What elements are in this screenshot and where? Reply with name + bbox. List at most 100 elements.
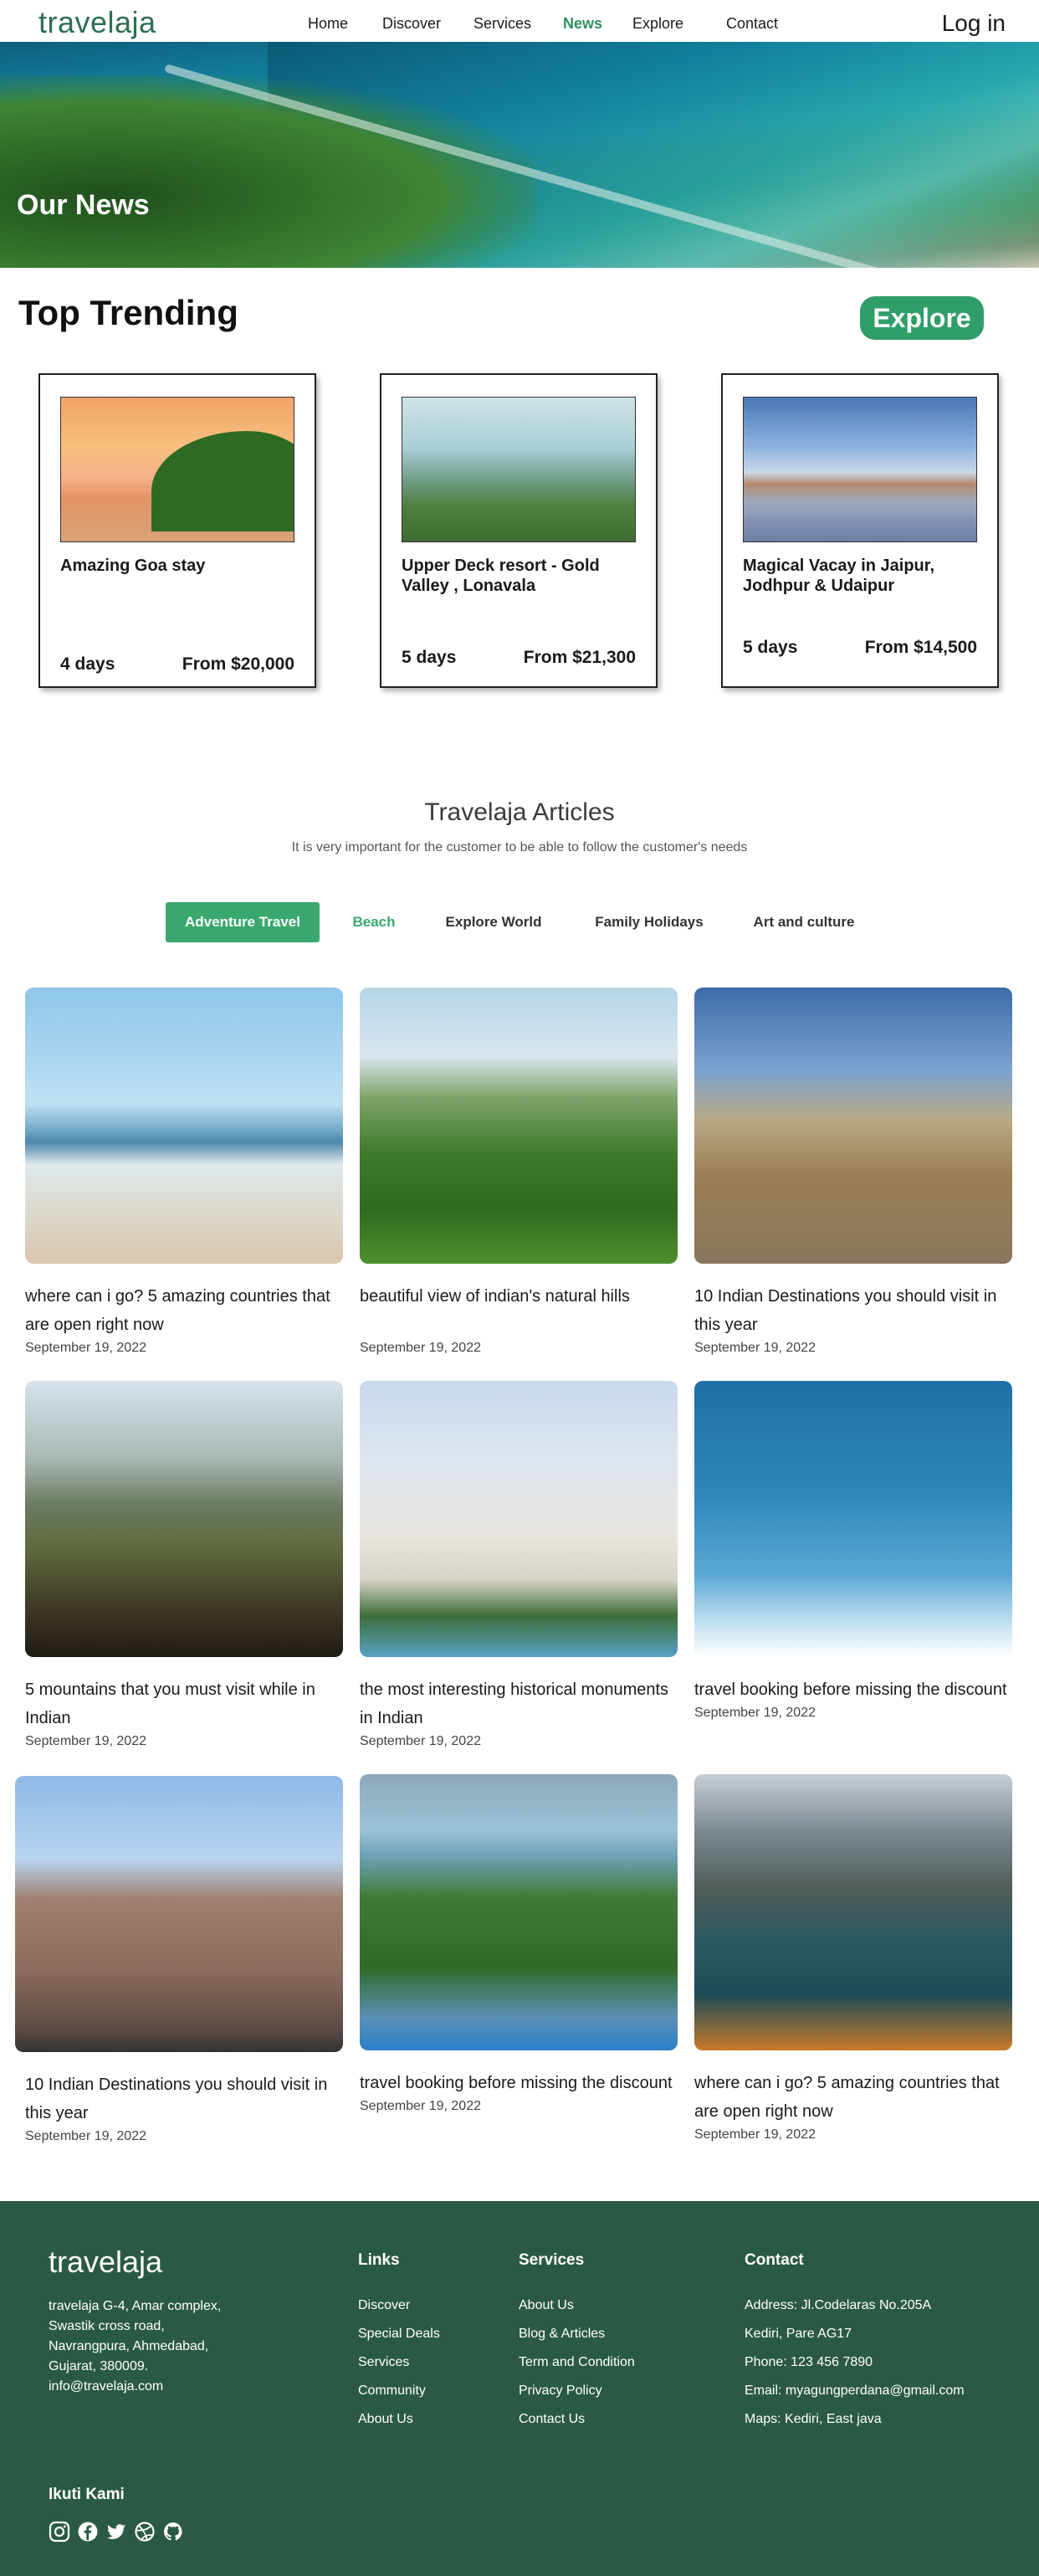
facebook-icon[interactable] (77, 2521, 99, 2543)
nav-link-services[interactable]: Services (473, 15, 531, 33)
tab-art-and-culture[interactable]: Art and culture (741, 902, 867, 942)
footer-service-contact[interactable]: Contact Us (519, 2405, 635, 2434)
trending-card-jaipur[interactable]: Magical Vacay in Jaipur, Jodhpur & Udaip… (721, 373, 999, 688)
nav-link-discover[interactable]: Discover (382, 15, 441, 33)
article-card[interactable]: 10 Indian Destinations you should visit … (694, 988, 1012, 1356)
article-date: September 19, 2022 (694, 2127, 816, 2142)
article-date: September 19, 2022 (360, 1734, 481, 1748)
article-card[interactable]: travel booking before missing the discou… (694, 1381, 1012, 1721)
hero-palms (0, 75, 535, 268)
article-date: September 19, 2022 (360, 1341, 481, 1355)
footer-contact-address: Address: Jl.Codelaras No.205A (745, 2298, 932, 2312)
tab-family-holidays[interactable]: Family Holidays (582, 902, 716, 942)
footer-link-community[interactable]: Community (358, 2377, 440, 2405)
article-date: September 19, 2022 (25, 2129, 146, 2143)
footer-logo[interactable]: travelaja (49, 2245, 162, 2280)
nav-link-contact[interactable]: Contact (726, 15, 778, 33)
article-date: September 19, 2022 (25, 1734, 146, 1748)
article-card[interactable]: where can i go? 5 amazing countries that… (694, 1774, 1012, 2142)
top-navigation: travelaja Home Discover Services News Ex… (0, 0, 1039, 42)
footer-link-about-us[interactable]: About Us (358, 2405, 440, 2434)
article-title[interactable]: 5 mountains that you must visit while in… (25, 1675, 343, 1732)
article-image (360, 1774, 678, 2050)
article-image (25, 1381, 343, 1657)
footer-links-column: Links Discover Special Deals Services Co… (358, 2251, 440, 2434)
article-date: September 19, 2022 (25, 1341, 146, 1355)
article-title[interactable]: where can i go? 5 amazing countries that… (694, 2069, 1012, 2126)
footer-contact-email[interactable]: Email: myagungperdana@gmail.com (745, 2377, 965, 2405)
hero-title: Our News (17, 189, 150, 221)
article-card[interactable]: where can i go? 5 amazing countries that… (25, 988, 343, 1356)
footer-link-discover[interactable]: Discover (358, 2291, 440, 2320)
articles-subtitle: It is very important for the customer to… (291, 840, 748, 854)
footer-service-terms[interactable]: Term and Condition (519, 2348, 635, 2377)
trending-card-lonavala[interactable]: Upper Deck resort - Gold Valley , Lonava… (380, 373, 658, 688)
tab-adventure-travel[interactable]: Adventure Travel (166, 902, 320, 942)
footer-contact-column: Contact Address: Jl.Codelaras No.205A Ke… (745, 2251, 965, 2434)
twitter-icon[interactable] (105, 2521, 127, 2543)
articles-title: Travelaja Articles (424, 798, 615, 826)
trending-price: From $14,500 (864, 638, 977, 657)
trending-image (743, 397, 977, 542)
article-title[interactable]: travel booking before missing the discou… (360, 2069, 678, 2097)
footer-service-privacy[interactable]: Privacy Policy (519, 2377, 635, 2405)
trending-duration: 5 days (402, 648, 457, 667)
article-date: September 19, 2022 (694, 1706, 816, 1720)
site-logo[interactable]: travelaja (38, 5, 156, 40)
article-image (694, 1774, 1012, 2050)
nav-link-news[interactable]: News (563, 15, 602, 33)
article-image (694, 1381, 1012, 1657)
article-title[interactable]: the most interesting historical monument… (360, 1675, 678, 1732)
article-category-tabs: Adventure Travel Beach Explore World Fam… (0, 902, 1039, 942)
login-button[interactable]: Log in (942, 10, 1006, 37)
article-image (15, 1776, 343, 2052)
trending-card-goa[interactable]: Amazing Goa stay 4 days From $20,000 (38, 373, 316, 688)
article-card[interactable]: 10 Indian Destinations you should visit … (15, 1776, 343, 2144)
article-image (25, 988, 343, 1264)
article-card[interactable]: beautiful view of indian's natural hills… (360, 988, 678, 1356)
footer-contact-maps[interactable]: Maps: Kediri, East java (745, 2405, 965, 2434)
footer-links-title: Links (358, 2251, 400, 2269)
trending-title: Top Trending (18, 293, 238, 332)
footer-follow-title: Ikuti Kami (49, 2486, 125, 2503)
article-title[interactable]: 10 Indian Destinations you should visit … (694, 1282, 1012, 1339)
trending-price: From $21,300 (523, 648, 636, 667)
article-title[interactable]: travel booking before missing the discou… (694, 1675, 1012, 1704)
article-title[interactable]: where can i go? 5 amazing countries that… (25, 1282, 343, 1339)
footer-services-title: Services (519, 2251, 585, 2269)
article-title[interactable]: beautiful view of indian's natural hills (360, 1282, 678, 1311)
article-card[interactable]: travel booking before missing the discou… (360, 1774, 678, 2114)
footer-contact-title: Contact (745, 2251, 804, 2269)
footer-service-blog[interactable]: Blog & Articles (519, 2320, 635, 2348)
explore-button[interactable]: Explore (860, 296, 984, 340)
article-date: September 19, 2022 (694, 1341, 816, 1355)
tab-explore-world[interactable]: Explore World (437, 902, 550, 942)
footer-service-about-us[interactable]: About Us (519, 2291, 635, 2320)
article-image (360, 1381, 678, 1657)
nav-link-explore[interactable]: Explore (632, 15, 683, 33)
footer-link-services[interactable]: Services (358, 2348, 440, 2377)
article-card[interactable]: 5 mountains that you must visit while in… (25, 1381, 343, 1749)
article-date: September 19, 2022 (360, 2099, 481, 2113)
trending-name: Upper Deck resort - Gold Valley , Lonava… (402, 557, 600, 595)
article-title[interactable]: 10 Indian Destinations you should visit … (15, 2071, 343, 2127)
footer-contact-city: Kediri, Pare AG17 (745, 2327, 852, 2341)
trending-name: Magical Vacay in Jaipur, Jodhpur & Udaip… (743, 557, 935, 595)
github-icon[interactable] (162, 2521, 184, 2543)
trending-duration: 4 days (60, 654, 115, 674)
nav-link-home[interactable]: Home (308, 15, 348, 33)
article-card[interactable]: the most interesting historical monument… (360, 1381, 678, 1749)
trending-duration: 5 days (743, 638, 798, 657)
footer: travelaja travelaja G-4, Amar complex, S… (0, 2201, 1039, 2576)
footer-contact-phone: Phone: 123 456 7890 (745, 2355, 873, 2369)
trending-name: Amazing Goa stay (60, 557, 206, 575)
tab-beach[interactable]: Beach (338, 902, 410, 942)
footer-link-special-deals[interactable]: Special Deals (358, 2320, 440, 2348)
footer-services-column: Services About Us Blog & Articles Term a… (519, 2251, 635, 2434)
hero-banner: Our News (0, 42, 1039, 268)
article-image (694, 988, 1012, 1264)
social-icons (49, 2521, 191, 2543)
instagram-icon[interactable] (49, 2521, 70, 2543)
trending-image (402, 397, 636, 542)
dribbble-icon[interactable] (134, 2521, 156, 2543)
